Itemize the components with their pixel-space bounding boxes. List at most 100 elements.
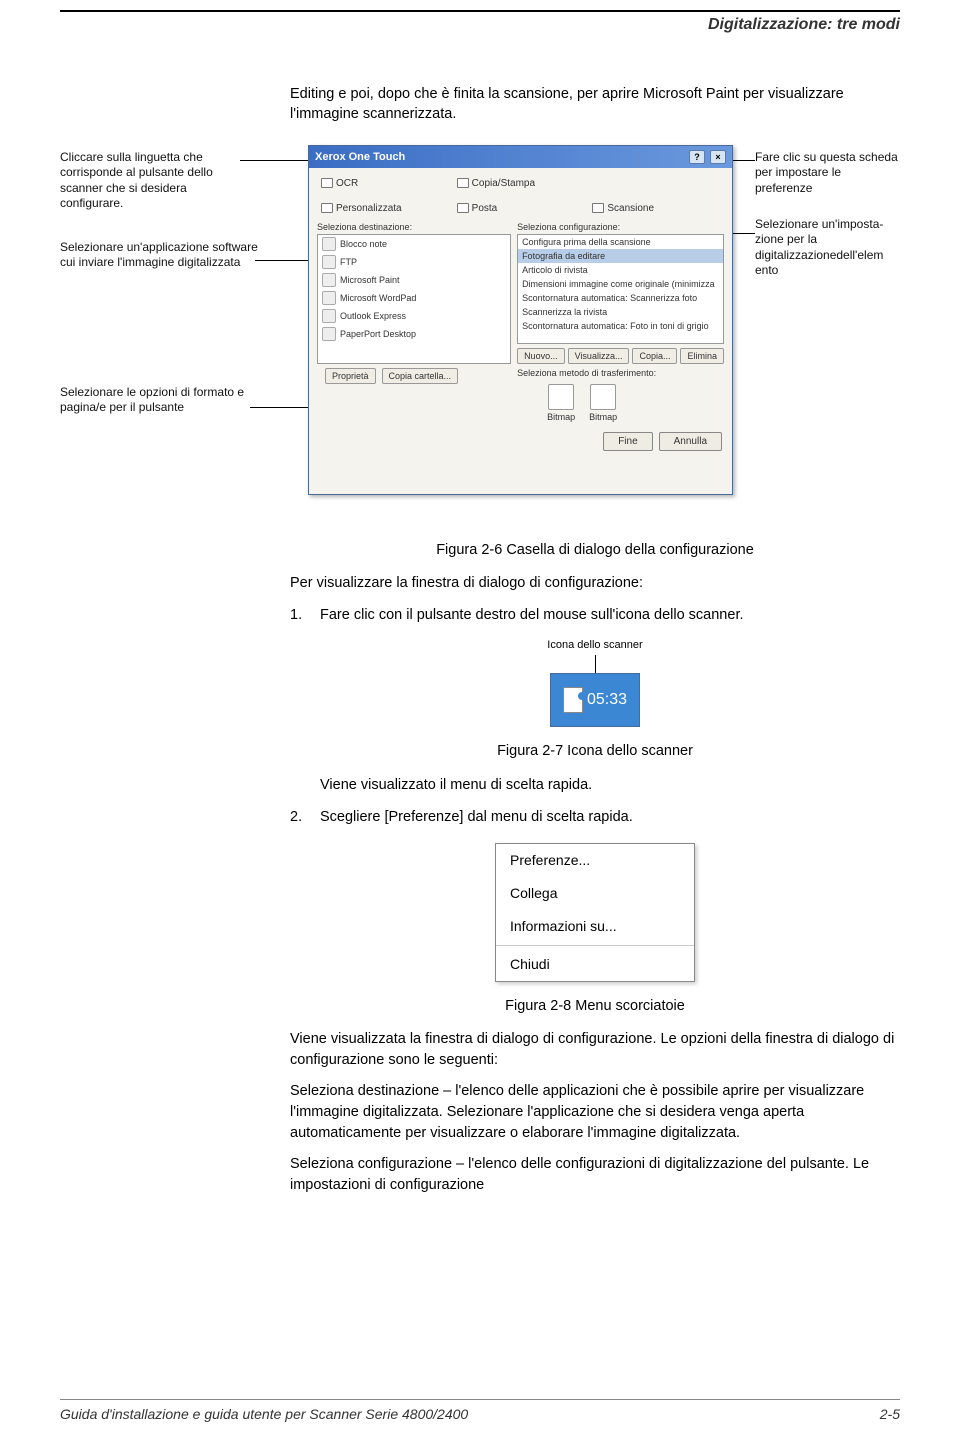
body-content: Figura 2-6 Casella di dialogo della conf… (290, 540, 900, 1197)
step-text: Fare clic con il pulsante destro del mou… (320, 605, 744, 627)
dialog-main-section: Seleziona destinazione: Blocco note FTP … (309, 218, 732, 426)
step-2: 2. Scegliere [Preferenze] dal menu di sc… (290, 807, 900, 829)
menu-collega[interactable]: Collega (496, 877, 694, 910)
callout-preferences-tab: Fare clic su questa scheda per impostare… (755, 150, 900, 197)
dialog-footer: Fine Annulla (309, 426, 732, 457)
paint-icon (322, 273, 336, 287)
intro-paragraph: Editing e poi, dopo che è finita la scan… (290, 84, 900, 125)
para: Viene visualizzato il menu di scelta rap… (320, 775, 900, 797)
list-item: Blocco note (318, 235, 510, 253)
list-item: Microsoft WordPad (318, 289, 510, 307)
config-label: Seleziona configurazione: (517, 222, 724, 232)
titlebar-buttons: ? × (687, 150, 726, 164)
callout-tabs: Cliccare sulla linguetta che corrisponde… (60, 150, 240, 212)
leader-line (255, 260, 315, 261)
section-header: Digitalizzazione: tre modi (60, 10, 900, 34)
tab-scansione[interactable]: Scansione (588, 199, 724, 218)
page-footer: Guida d'installazione e guida utente per… (60, 1399, 900, 1422)
list-item: Articolo di rivista (518, 263, 723, 277)
callout-scan-setting: Selezionare un'imposta-zione per la digi… (755, 217, 900, 279)
copy-button[interactable]: Copia... (632, 348, 677, 364)
tab-posta[interactable]: Posta (453, 199, 589, 218)
menu-informazioni[interactable]: Informazioni su... (496, 910, 694, 943)
property-row: Proprietà Copia cartella... (317, 364, 511, 388)
close-icon[interactable]: × (710, 150, 726, 164)
destination-list[interactable]: Blocco note FTP Microsoft Paint Microsof… (317, 234, 511, 364)
tab-copia[interactable]: Copia/Stampa (453, 174, 589, 193)
callout-app-select: Selezionare un'applicazione software cui… (60, 240, 260, 271)
config-buttons: Nuovo... Visualizza... Copia... Elimina (517, 348, 724, 364)
list-item: Fotografia da editare (518, 249, 723, 263)
tab-row-1: OCR Copia/Stampa (309, 168, 732, 193)
configuration-column: Seleziona configurazione: Configura prim… (517, 222, 724, 426)
page-content: Editing e poi, dopo che è finita la scan… (0, 34, 960, 1266)
step-1: 1. Fare clic con il pulsante destro del … (290, 605, 900, 627)
dialog-titlebar: Xerox One Touch ? × (309, 146, 732, 168)
para: Per visualizzare la finestra di dialogo … (290, 573, 900, 595)
para: Seleziona destinazione – l'elenco delle … (290, 1081, 900, 1144)
copy-folder-button[interactable]: Copia cartella... (382, 368, 459, 384)
menu-chiudi[interactable]: Chiudi (496, 948, 694, 981)
context-menu: Preferenze... Collega Informazioni su...… (495, 843, 695, 982)
transfer-option[interactable]: Bitmap (589, 384, 617, 422)
menu-separator (496, 945, 694, 946)
custom-icon (321, 203, 333, 213)
list-item: Microsoft Paint (318, 271, 510, 289)
menu-preferenze[interactable]: Preferenze... (496, 844, 694, 877)
cancel-button[interactable]: Annulla (659, 432, 722, 451)
tab-personalizzata[interactable]: Personalizzata (317, 199, 453, 218)
bitmap-icon (590, 384, 616, 410)
wordpad-icon (322, 291, 336, 305)
clock-text: 05:33 (587, 688, 627, 712)
callout-format-options: Selezionare le opzioni di formato e pagi… (60, 385, 250, 416)
scanner-icon-illustration: Icona dello scanner 05:33 (290, 637, 900, 728)
scanner-doc-icon (563, 687, 583, 713)
figure-caption-2-8: Figura 2-8 Menu scorciatoie (290, 996, 900, 1018)
mail-icon (457, 203, 469, 213)
tab-ocr[interactable]: OCR (317, 174, 453, 193)
list-item: Scannerizza la rivista (518, 305, 723, 319)
view-button[interactable]: Visualizza... (568, 348, 630, 364)
ocr-icon (321, 178, 333, 188)
app-icon (322, 237, 336, 251)
list-item: Scontornatura automatica: Foto in toni d… (518, 319, 723, 333)
system-tray-icon[interactable]: 05:33 (550, 673, 640, 727)
xerox-onetouch-dialog: Xerox One Touch ? × OCR Copia/Stampa Per… (308, 145, 733, 495)
properties-button[interactable]: Proprietà (325, 368, 376, 384)
list-item: Dimensioni immagine come originale (mini… (518, 277, 723, 291)
step-number: 2. (290, 807, 310, 829)
figure-caption-2-6: Figura 2-6 Casella di dialogo della conf… (290, 540, 900, 562)
list-item: Scontornatura automatica: Scannerizza fo… (518, 291, 723, 305)
help-icon[interactable]: ? (689, 150, 705, 164)
new-button[interactable]: Nuovo... (517, 348, 565, 364)
leader-line (240, 160, 310, 161)
icon-label: Icona dello scanner (290, 637, 900, 654)
paperport-icon (322, 327, 336, 341)
list-item: FTP (318, 253, 510, 271)
delete-button[interactable]: Elimina (680, 348, 724, 364)
config-dialog-figure: Cliccare sulla linguetta che corrisponde… (60, 145, 900, 515)
config-list[interactable]: Configura prima della scansione Fotograf… (517, 234, 724, 344)
numbered-list: 1. Fare clic con il pulsante destro del … (290, 605, 900, 627)
ftp-icon (322, 255, 336, 269)
transfer-label: Seleziona metodo di trasferimento: (517, 368, 724, 378)
list-item: PaperPort Desktop (318, 325, 510, 343)
tab-row-2: Personalizzata Posta Scansione (309, 193, 732, 218)
transfer-option[interactable]: Bitmap (547, 384, 575, 422)
para: Seleziona configurazione – l'elenco dell… (290, 1154, 900, 1196)
numbered-list: 2. Scegliere [Preferenze] dal menu di sc… (290, 807, 900, 829)
list-item: Outlook Express (318, 307, 510, 325)
step-number: 1. (290, 605, 310, 627)
outlook-icon (322, 309, 336, 323)
scan-icon (592, 203, 604, 213)
section-title: Digitalizzazione: tre modi (708, 16, 900, 33)
leader-line (595, 655, 596, 673)
step-text: Scegliere [Preferenze] dal menu di scelt… (320, 807, 633, 829)
figure-caption-2-7: Figura 2-7 Icona dello scanner (290, 741, 900, 763)
destination-column: Seleziona destinazione: Blocco note FTP … (317, 222, 511, 426)
transfer-method-row: Bitmap Bitmap (517, 380, 724, 426)
done-button[interactable]: Fine (603, 432, 652, 451)
para: Viene visualizzata la finestra di dialog… (290, 1029, 900, 1071)
tab-spacer (588, 174, 724, 193)
list-item: Configura prima della scansione (518, 235, 723, 249)
